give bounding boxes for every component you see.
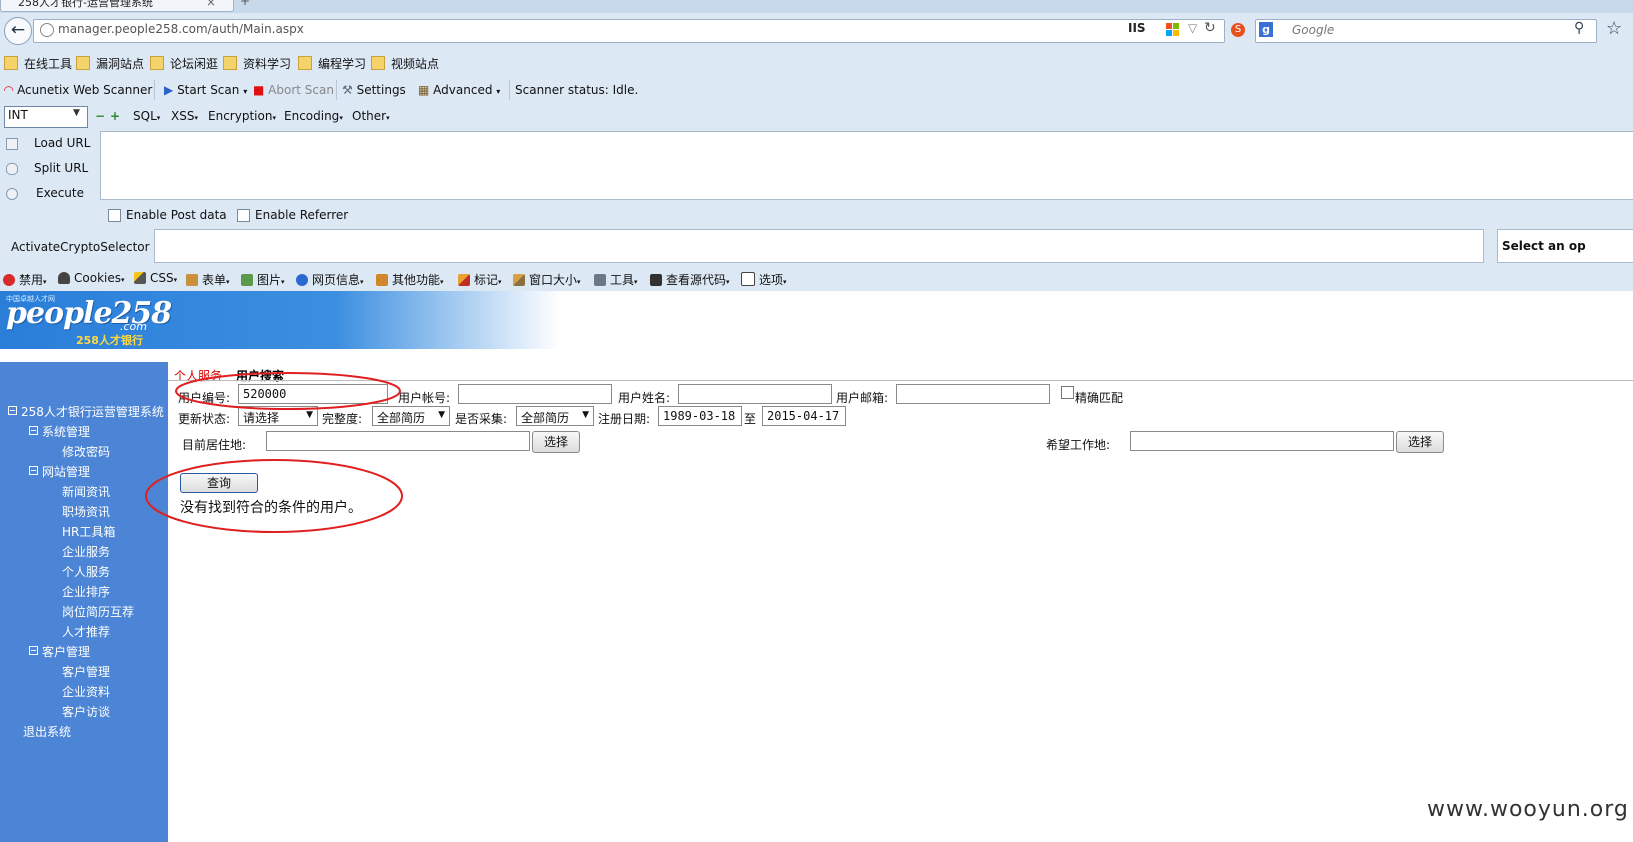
annotation-overlay bbox=[145, 372, 403, 533]
watermark: www.wooyun.org bbox=[1427, 797, 1629, 822]
annotation-circle-user-id bbox=[175, 372, 401, 410]
annotation-circle-result bbox=[145, 459, 403, 533]
